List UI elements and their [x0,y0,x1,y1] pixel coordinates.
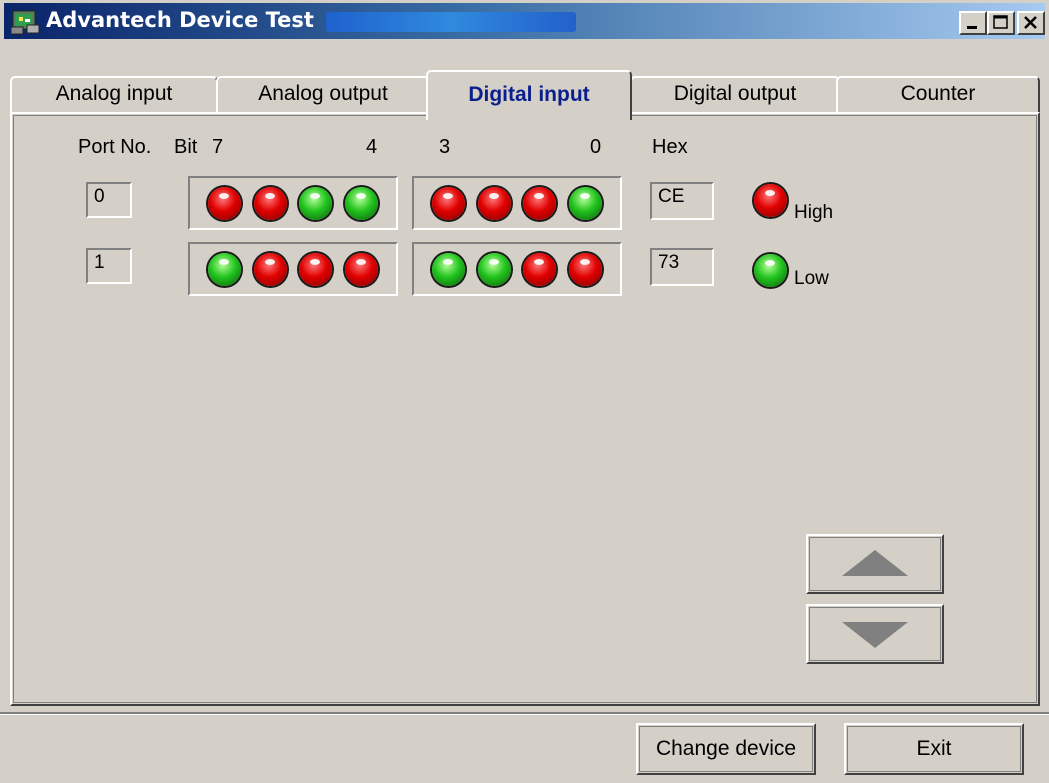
arrow-down-icon [842,622,908,648]
bit3-header: 3 [439,136,451,158]
maximize-icon [993,15,1008,29]
bit-3-led-icon [432,186,466,220]
led-group-low-nibble [412,176,622,230]
tab-label: Analog input [55,82,173,105]
tab-label: Analog output [258,82,388,105]
tab-strip: Analog input Analog output Digital input… [10,70,1040,120]
exit-label: Exit [916,737,952,760]
close-icon [1024,16,1037,29]
hex-header: Hex [652,136,688,158]
bit-4-led-icon [344,186,378,220]
led-group-high-nibble [188,176,398,230]
tab-analog-input[interactable]: Analog input [10,76,218,116]
app-icon [10,7,41,35]
change-device-button[interactable]: Change device [636,723,816,775]
bottom-separator [0,712,1049,715]
port-field: 1 [86,248,132,284]
minimize-button[interactable] [959,11,987,35]
bit-5-led-icon [299,252,333,286]
bit-2-led-icon [477,252,511,286]
led-group-high-nibble [188,242,398,296]
bit-7-led-icon [208,186,242,220]
bit-3-led-icon [432,252,466,286]
digital-input-panel: Port No. Bit 7 4 3 0 Hex 0 CE 1 73 High … [10,112,1040,706]
port-no-header: Port No. [78,136,152,158]
legend-high-led-icon [754,184,787,217]
bit-5-led-icon [299,186,333,220]
close-button[interactable] [1017,11,1045,35]
bit-1-led-icon [523,186,557,220]
maximize-button[interactable] [987,11,1015,35]
bit-6-led-icon [253,186,287,220]
tab-label: Counter [900,82,976,105]
minimize-icon [967,26,977,29]
title-redaction [326,12,576,32]
scroll-up-button[interactable] [806,534,944,594]
hex-field: 73 [650,248,714,286]
tab-analog-output[interactable]: Analog output [216,76,430,116]
bit7-header: 7 [212,136,224,158]
legend-high-label: High [794,202,834,223]
bit-7-led-icon [208,252,242,286]
arrow-up-icon [842,550,908,576]
legend-low-label: Low [794,268,829,289]
bit-header: Bit [174,136,198,158]
title-bar[interactable]: Advantech Device Test [4,3,1045,39]
bit-0-led-icon [568,186,602,220]
hex-field: CE [650,182,714,220]
legend-low-led-icon [754,254,787,287]
bit0-header: 0 [590,136,602,158]
tab-label: Digital input [468,83,590,106]
port-field: 0 [86,182,132,218]
tab-digital-output[interactable]: Digital output [630,76,840,116]
app-window: Advantech Device Test Analog input Analo… [0,0,1049,783]
scroll-down-button[interactable] [806,604,944,664]
led-group-low-nibble [412,242,622,296]
change-device-label: Change device [655,737,797,760]
bit-0-led-icon [568,252,602,286]
bit-6-led-icon [253,252,287,286]
tab-label: Digital output [673,82,797,105]
tab-counter[interactable]: Counter [836,76,1040,116]
bit4-header: 4 [366,136,378,158]
exit-button[interactable]: Exit [844,723,1024,775]
tab-digital-input[interactable]: Digital input [426,70,632,120]
window-title: Advantech Device Test [46,8,314,32]
bit-4-led-icon [344,252,378,286]
bit-2-led-icon [477,186,511,220]
bit-1-led-icon [523,252,557,286]
